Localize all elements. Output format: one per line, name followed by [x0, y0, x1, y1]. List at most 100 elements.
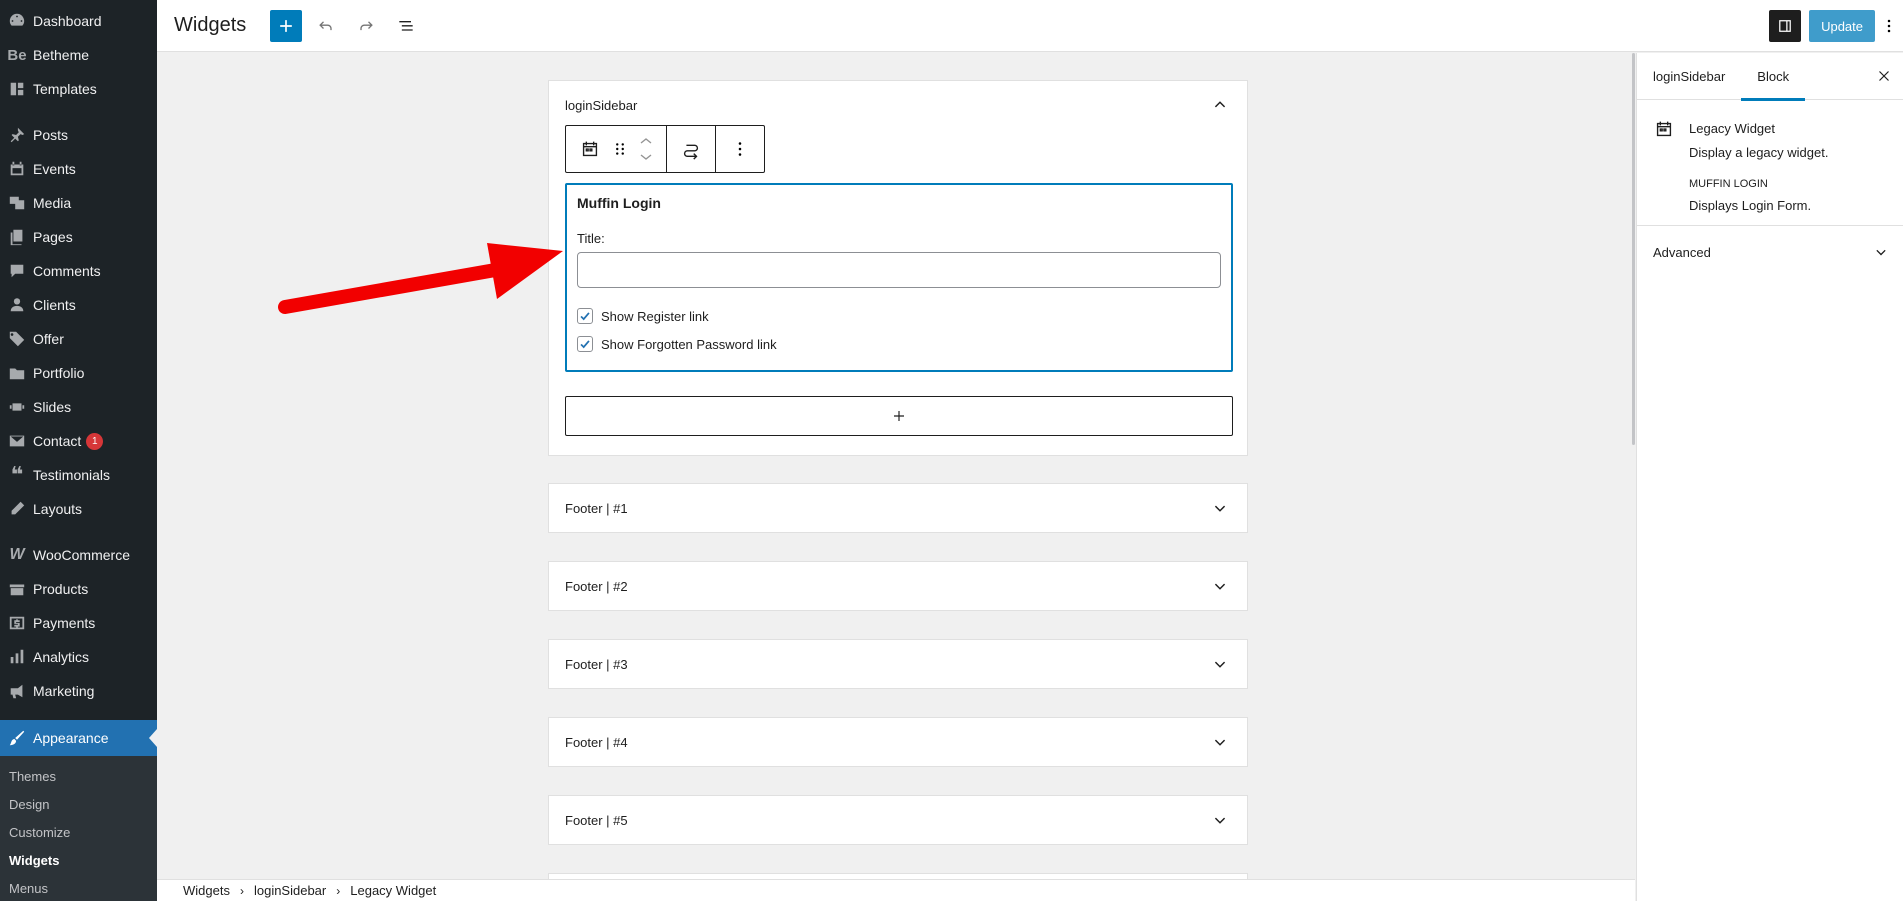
menu-item-posts[interactable]: Posts: [0, 118, 157, 152]
menu-item-betheme[interactable]: Be Betheme: [0, 38, 157, 72]
toolbar-transform-group: [667, 126, 716, 172]
checkmark-icon: [580, 340, 590, 349]
add-block-button[interactable]: [565, 396, 1233, 436]
chevron-down-icon: [1214, 583, 1226, 590]
layouts-icon: [6, 499, 28, 519]
menu-item-analytics[interactable]: Analytics: [0, 640, 157, 674]
close-settings-button[interactable]: [1869, 61, 1899, 91]
settings-toggle-button[interactable]: [1769, 10, 1802, 42]
submenu-item-menus[interactable]: Menus: [0, 874, 157, 901]
menu-item-templates[interactable]: Templates: [0, 72, 157, 106]
editor-header: Widgets Update: [157, 0, 1903, 52]
menu-item-comments[interactable]: Comments: [0, 254, 157, 288]
legacy-widget-block[interactable]: Muffin Login Title: Show Register link S…: [565, 183, 1233, 372]
menu-item-payments[interactable]: Payments: [0, 606, 157, 640]
widget-area-header[interactable]: Footer | #5: [549, 796, 1247, 844]
menu-item-appearance[interactable]: Appearance: [0, 720, 157, 756]
notification-badge: 1: [86, 432, 104, 450]
dashboard-icon: [6, 11, 28, 31]
submenu-item-themes[interactable]: Themes: [0, 762, 157, 790]
options-menu-button[interactable]: [1875, 10, 1903, 42]
block-type-button[interactable]: [572, 126, 608, 172]
menu-item-products[interactable]: Products: [0, 572, 157, 606]
title-field-label: Title:: [577, 231, 605, 246]
show-forgotten-password-checkbox[interactable]: [577, 336, 593, 352]
betheme-icon: Be: [7, 46, 27, 64]
submenu-item-widgets[interactable]: Widgets: [0, 846, 157, 874]
show-register-row: Show Register link: [577, 302, 1221, 330]
submenu-item-customize[interactable]: Customize: [0, 818, 157, 846]
menu-label: Offer: [33, 331, 64, 347]
submenu-item-design[interactable]: Design: [0, 790, 157, 818]
menu-item-woocommerce[interactable]: W WooCommerce: [0, 538, 157, 572]
woocommerce-icon: W: [9, 546, 25, 563]
more-vertical-icon: [1887, 19, 1891, 33]
show-register-checkbox[interactable]: [577, 308, 593, 324]
menu-item-contact[interactable]: Contact 1: [0, 424, 157, 458]
chevron-up-icon: [1214, 101, 1226, 108]
appearance-submenu: Themes Design Customize Widgets Menus: [0, 756, 157, 901]
block-breadcrumb: Widgets › loginSidebar › Legacy Widget: [157, 879, 1635, 901]
menu-item-slides[interactable]: Slides: [0, 390, 157, 424]
block-card-description: Display a legacy widget.: [1689, 145, 1829, 160]
widget-area-title: Footer | #4: [565, 734, 628, 750]
transform-button[interactable]: [673, 126, 709, 172]
widget-area-login-sidebar: loginSidebar Muffin Login Title: Show Re…: [548, 80, 1248, 456]
widget-area-footer-2: Footer | #2: [548, 561, 1248, 611]
toolbar-options-group: [716, 126, 764, 172]
widget-area-header[interactable]: Footer | #4: [549, 718, 1247, 766]
menu-item-clients[interactable]: Clients: [0, 288, 157, 322]
menu-item-pages[interactable]: Pages: [0, 220, 157, 254]
breadcrumb-legacy-widget: Legacy Widget: [350, 883, 437, 898]
advanced-panel-toggle[interactable]: Advanced: [1637, 226, 1903, 278]
breadcrumb-login-sidebar[interactable]: loginSidebar: [254, 883, 326, 898]
update-button[interactable]: Update: [1809, 10, 1875, 42]
widget-area-title: Footer | #2: [565, 578, 628, 594]
sidebar-icon: [1779, 20, 1791, 32]
menu-item-dashboard[interactable]: Dashboard: [0, 4, 157, 38]
drag-handle[interactable]: [608, 126, 632, 172]
widget-title: Muffin Login: [577, 195, 661, 211]
widget-area-header[interactable]: Footer | #3: [549, 640, 1247, 688]
list-view-button[interactable]: [390, 10, 422, 42]
redo-button[interactable]: [350, 10, 382, 42]
canvas-scrollbar[interactable]: [1632, 53, 1635, 445]
calendar-icon: [582, 141, 598, 157]
menu-item-portfolio[interactable]: Portfolio: [0, 356, 157, 390]
widget-area-header[interactable]: Footer | #1: [549, 484, 1247, 532]
block-options-button[interactable]: [722, 126, 758, 172]
menu-item-events[interactable]: Events: [0, 152, 157, 186]
chevron-down-icon: [640, 154, 652, 160]
move-up-button[interactable]: [638, 133, 654, 149]
menu-label: Media: [33, 195, 72, 211]
menu-item-media[interactable]: Media: [0, 186, 157, 220]
pin-icon: [6, 125, 28, 145]
menu-item-offer[interactable]: Offer: [0, 322, 157, 356]
menu-label: WooCommerce: [33, 547, 130, 563]
menu-item-testimonials[interactable]: ❝ Testimonials: [0, 458, 157, 492]
block-inserter-button[interactable]: [270, 9, 303, 42]
products-icon: [6, 579, 28, 599]
chevron-up-icon: [640, 138, 652, 144]
move-down-button[interactable]: [638, 149, 654, 165]
menu-item-layouts[interactable]: Layouts: [0, 492, 157, 526]
breadcrumb-widgets[interactable]: Widgets: [183, 883, 230, 898]
menu-label: Analytics: [33, 649, 90, 665]
widgets-canvas: loginSidebar Muffin Login Title: Show Re…: [157, 53, 1635, 879]
toolbar-block-group: [566, 126, 667, 172]
tab-login-sidebar[interactable]: loginSidebar: [1637, 53, 1741, 100]
menu-label: Testimonials: [33, 467, 111, 483]
menu-item-marketing[interactable]: Marketing: [0, 674, 157, 708]
menu-label: Marketing: [33, 683, 95, 699]
checkbox-label: Show Forgotten Password link: [601, 336, 777, 352]
widget-description: Displays Login Form.: [1689, 198, 1812, 213]
menu-label: Slides: [33, 399, 72, 415]
undo-button[interactable]: [310, 10, 342, 42]
widget-area-header[interactable]: loginSidebar: [549, 81, 1247, 129]
title-input[interactable]: [577, 252, 1221, 288]
quote-icon: ❝: [10, 462, 24, 487]
slides-icon: [6, 397, 28, 417]
tab-block[interactable]: Block: [1741, 53, 1805, 101]
widget-area-header[interactable]: Footer | #2: [549, 562, 1247, 610]
megaphone-icon: [6, 681, 28, 701]
